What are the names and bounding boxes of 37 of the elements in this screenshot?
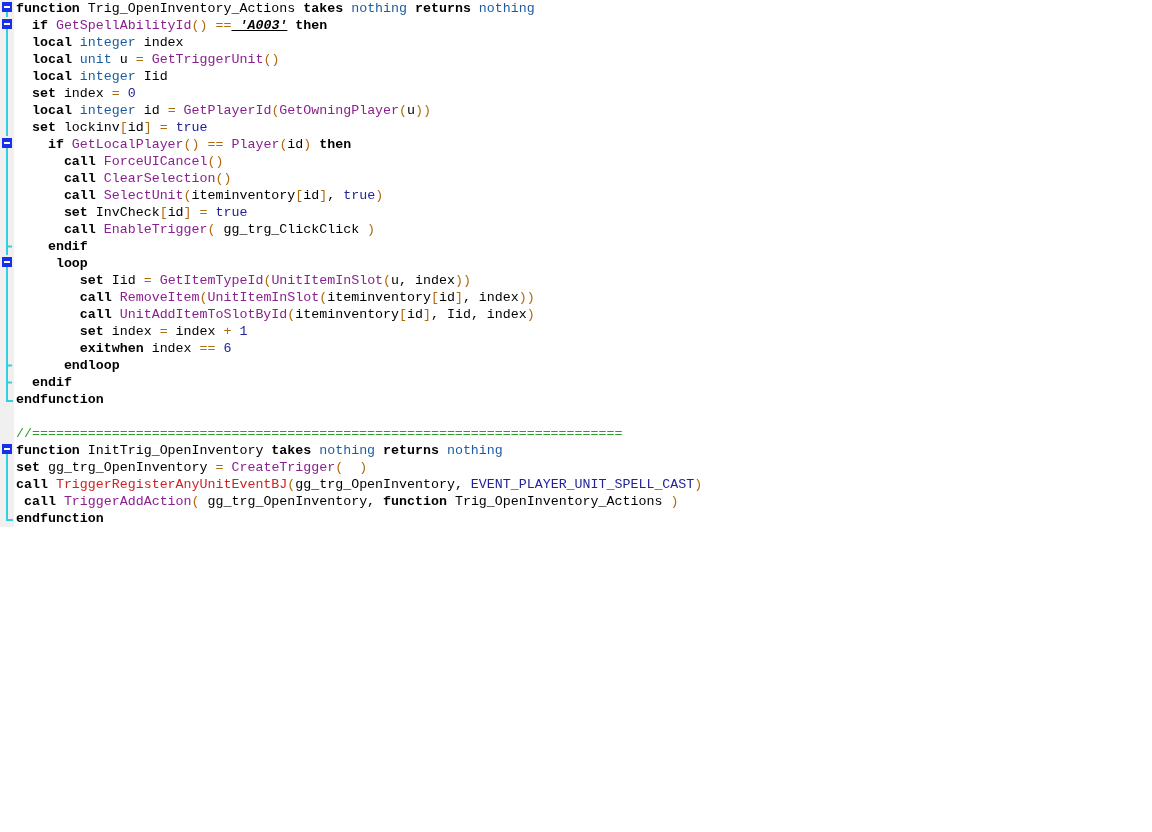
code-line: call EnableTrigger( gg_trg_ClickClick )	[62, 221, 377, 238]
code-line: set InvCheck[id] = true	[62, 204, 249, 221]
code-line: endloop	[62, 357, 121, 374]
fold-end-line	[6, 510, 14, 521]
code-line: set index = index + 1	[78, 323, 249, 340]
code-line: loop	[54, 255, 89, 272]
code-line: endfunction	[16, 510, 105, 527]
fold-end-line	[6, 391, 14, 402]
code-line: endfunction	[16, 391, 105, 408]
code-line: endif	[46, 238, 89, 255]
code-line: call SelectUnit(iteminventory[id], true)	[62, 187, 385, 204]
collapse-icon[interactable]	[2, 138, 12, 148]
code-line: call TriggerAddAction( gg_trg_OpenInventory, function Trig_OpenInventory_Actions )	[22, 493, 680, 510]
code-line: set gg_trg_OpenInventory = CreateTrigger( )	[16, 459, 369, 476]
code-line: endif	[30, 374, 73, 391]
code-line: call RemoveItem(UnitItemInSlot(iteminventory[id], index))	[78, 289, 536, 306]
code-line: call UnitAddItemToSlotById(iteminventory[id], Iid, index)	[78, 306, 536, 323]
code-line: local integer Iid	[30, 68, 169, 85]
code-line: exitwhen index == 6	[78, 340, 233, 357]
code-line: set lockinv[id] = true	[30, 119, 209, 136]
code-line: if GetLocalPlayer() == Player(id) then	[46, 136, 353, 153]
collapse-icon[interactable]	[2, 444, 12, 454]
code-line: call TriggerRegisterAnyUnitEventBJ(gg_trg_OpenInventory, EVENT_PLAYER_UNIT_SPELL_CAST)	[16, 476, 703, 493]
code-line: call ForceUICancel()	[62, 153, 225, 170]
code-line: local unit u = GetTriggerUnit()	[30, 51, 281, 68]
code-line: local integer id = GetPlayerId(GetOwningPlayer(u))	[30, 102, 432, 119]
code-line: set index = 0	[30, 85, 137, 102]
collapse-icon[interactable]	[2, 257, 12, 267]
code-line: //==========================================================================	[16, 425, 624, 442]
code-line: if GetSpellAbilityId() == 'A003' then	[30, 17, 329, 34]
code-line: local integer index	[30, 34, 185, 51]
code-line: function InitTrig_OpenInventory takes nothing returns nothing	[16, 442, 504, 459]
code-line: set Iid = GetItemTypeId(UnitItemInSlot(u, index))	[78, 272, 472, 289]
collapse-icon[interactable]	[2, 2, 12, 12]
code-line: call ClearSelection()	[62, 170, 233, 187]
collapse-icon[interactable]	[2, 19, 12, 29]
code-line: function Trig_OpenInventory_Actions takes nothing returns nothing	[16, 0, 536, 17]
